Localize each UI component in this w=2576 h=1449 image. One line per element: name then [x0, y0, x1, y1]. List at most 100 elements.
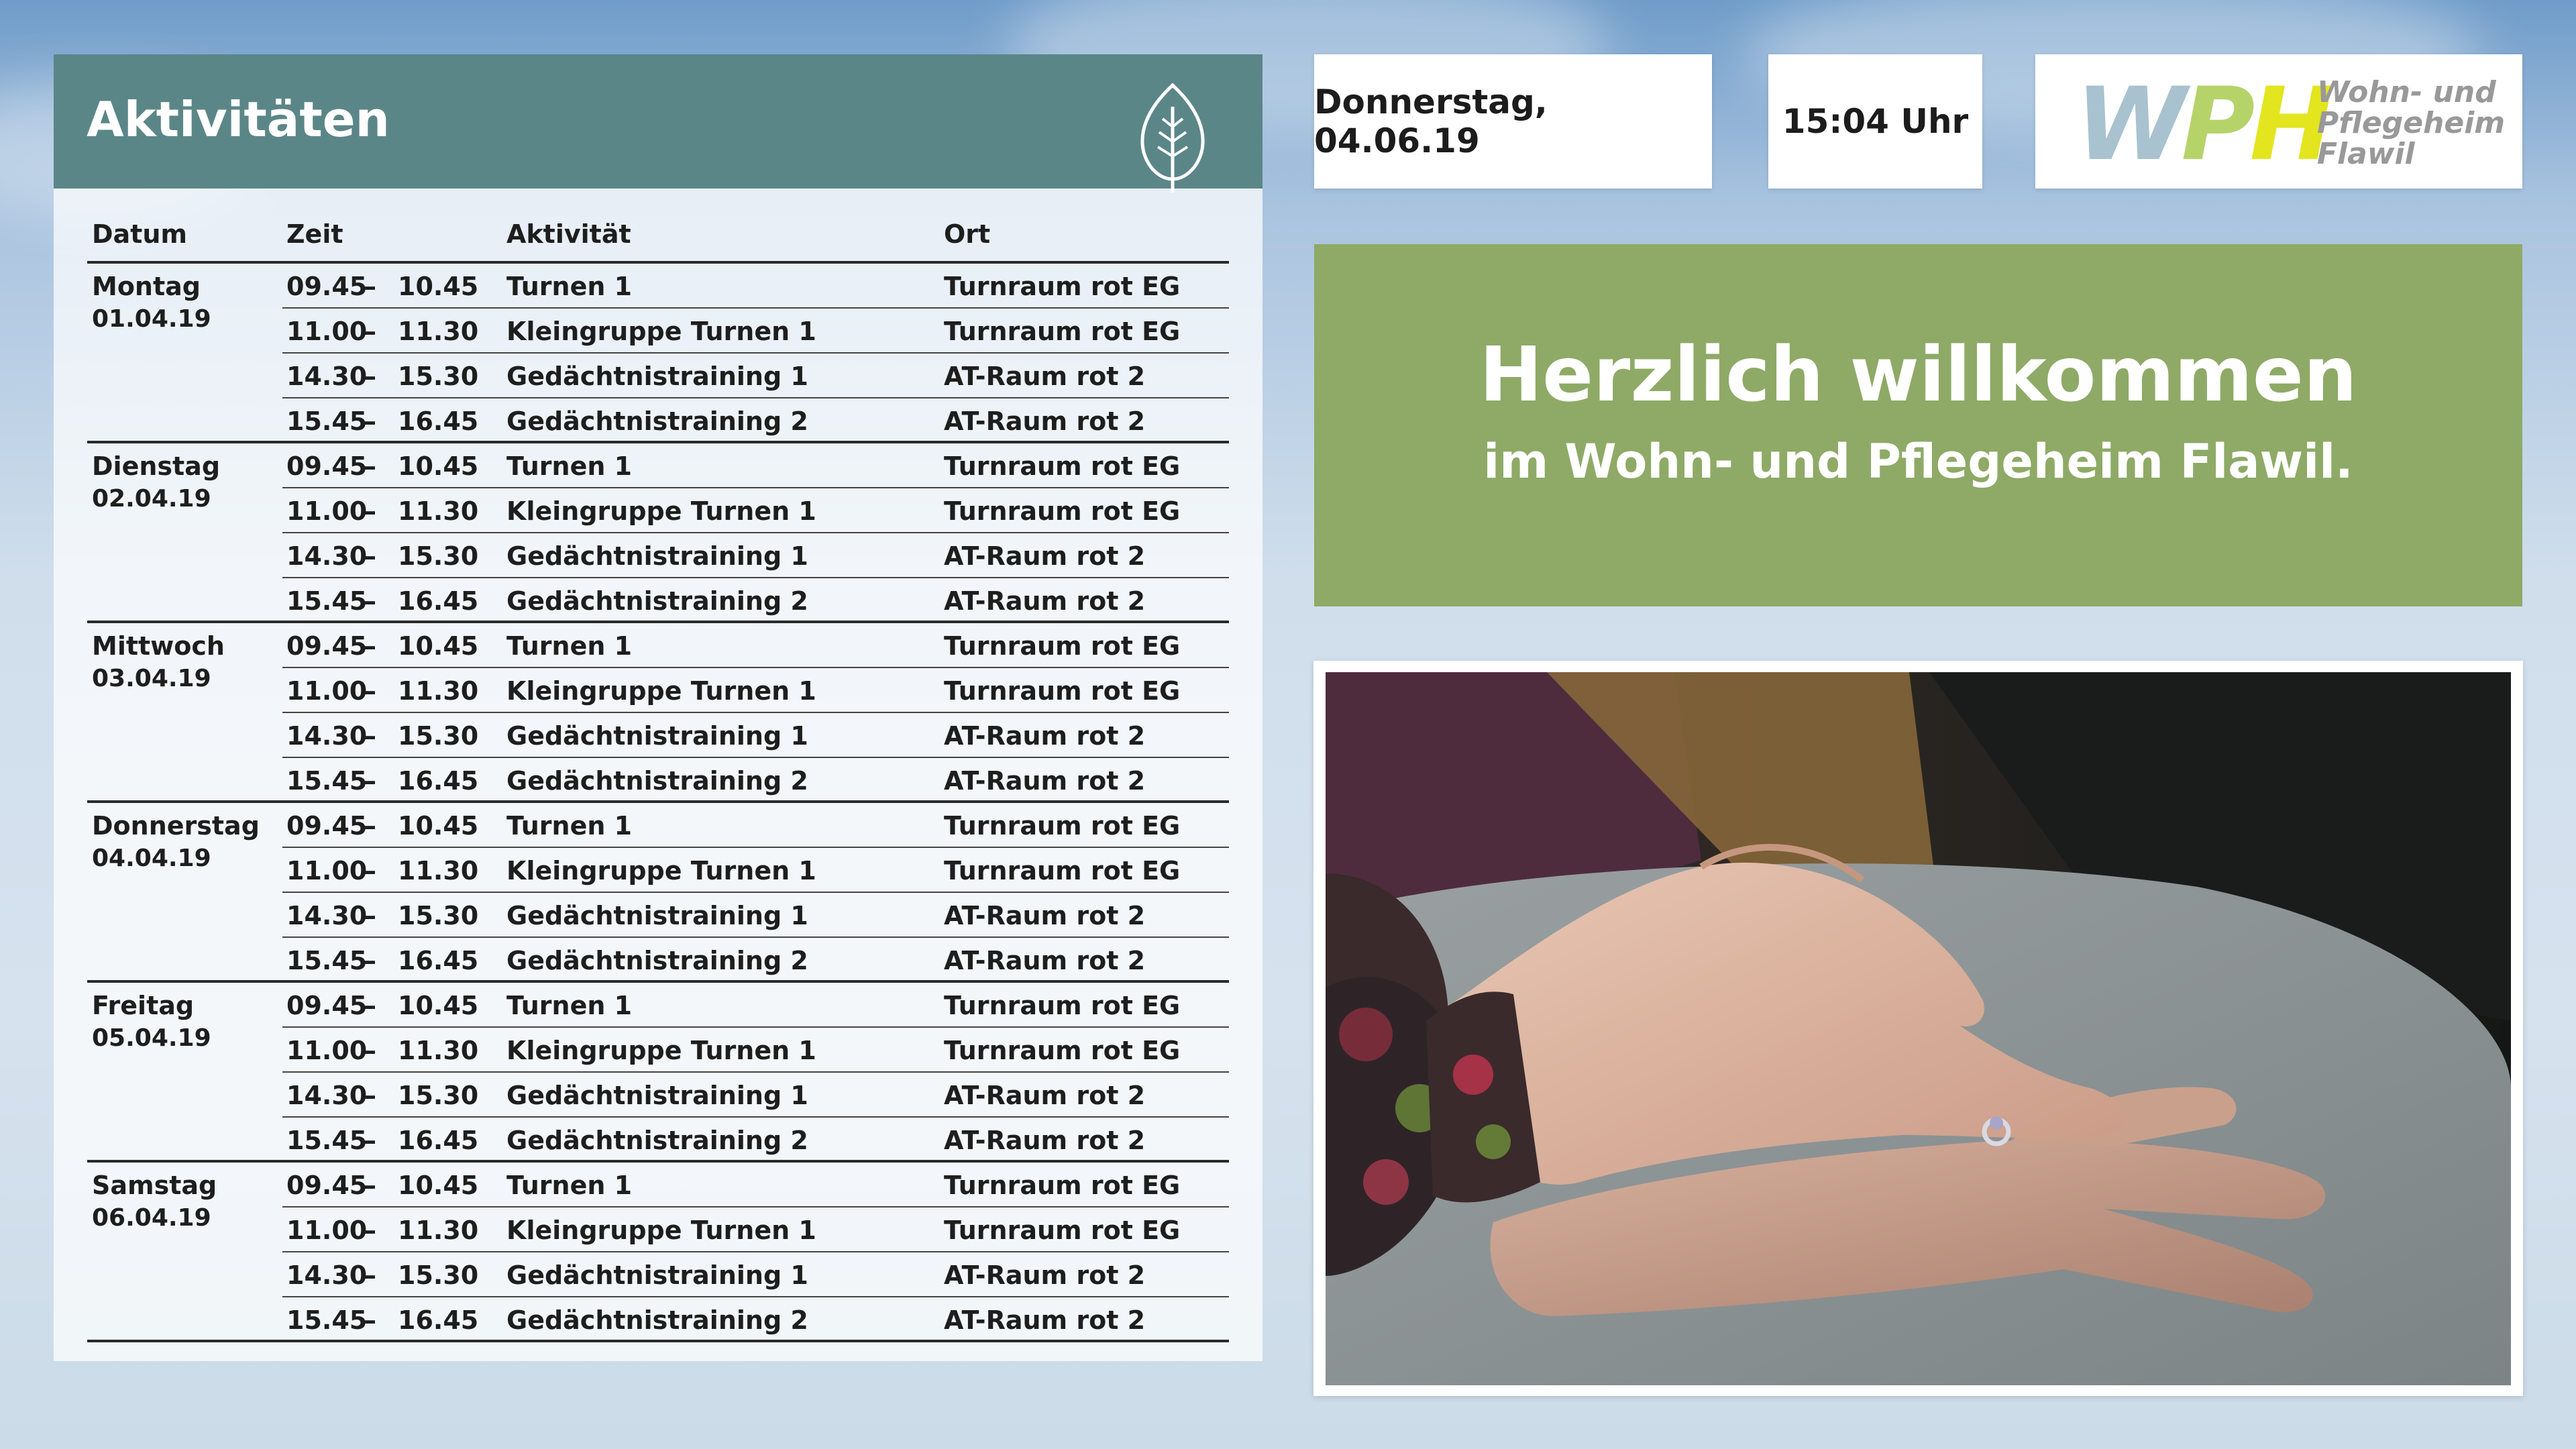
session-place: AT-Raum rot 2	[944, 901, 1146, 930]
session-place: AT-Raum rot 2	[944, 407, 1146, 436]
session-dash: –	[364, 676, 376, 706]
session-dash: –	[364, 991, 376, 1020]
session-place: Turnraum rot EG	[944, 631, 1181, 661]
column-header-activity: Aktivität	[506, 219, 631, 249]
table-row: 09.45–10.45 Turnen 1 Turnraum rot EG	[87, 443, 1229, 488]
table-row: 15.45–16.45 Gedächtnistraining 2 AT-Raum r…	[87, 758, 1229, 803]
session-end: 11.30	[398, 1036, 479, 1065]
session-place: Turnraum rot EG	[944, 676, 1181, 706]
column-header-time: Zeit	[286, 219, 343, 249]
session-dash: –	[364, 1305, 376, 1335]
table-row: 15.45–16.45 Gedächtnistraining 2 AT-Raum r…	[87, 1297, 1229, 1342]
session-place: AT-Raum rot 2	[944, 766, 1146, 796]
current-date: Donnerstag, 04.06.19	[1314, 83, 1548, 160]
session-place: Turnraum rot EG	[944, 811, 1181, 841]
session-end: 11.30	[398, 496, 479, 526]
session-activity: Gedächtnistraining 1	[506, 901, 808, 930]
photo-frame	[1313, 661, 2523, 1396]
session-start: 14.30	[286, 1260, 368, 1290]
session-activity: Kleingruppe Turnen 1	[506, 1036, 816, 1065]
session-activity: Gedächtnistraining 2	[506, 586, 808, 616]
session-end: 10.45	[398, 272, 479, 301]
logo-box: WPH Wohn- und Pflegeheim Flawil	[2035, 54, 2522, 189]
session-activity: Gedächtnistraining 2	[506, 407, 808, 436]
session-dash: –	[364, 1036, 376, 1065]
session-end: 16.45	[398, 1126, 479, 1155]
session-end: 15.30	[398, 721, 479, 751]
session-start: 11.00	[286, 676, 368, 706]
session-dash: –	[364, 946, 376, 975]
table-row: 14.30–15.30 Gedächtnistraining 1 AT-Raum r…	[87, 1073, 1229, 1118]
session-dash: –	[364, 1081, 376, 1110]
table-row: 09.45–10.45 Turnen 1 Turnraum rot EG	[87, 983, 1229, 1028]
session-dash: –	[364, 1216, 376, 1245]
session-start: 11.00	[286, 317, 368, 346]
time-box: 15:04 Uhr	[1768, 54, 1982, 189]
table-row: 14.30–15.30 Gedächtnistraining 1 AT-Raum r…	[87, 713, 1229, 758]
session-activity: Kleingruppe Turnen 1	[506, 317, 816, 346]
session-start: 11.00	[286, 496, 368, 526]
table-row: 11.00–11.30 Kleingruppe Turnen 1 Turnraum …	[87, 1028, 1229, 1073]
session-place: Turnraum rot EG	[944, 1216, 1181, 1245]
session-place: AT-Raum rot 2	[944, 1305, 1146, 1335]
session-place: AT-Raum rot 2	[944, 946, 1146, 975]
session-end: 15.30	[398, 1081, 479, 1110]
session-place: Turnraum rot EG	[944, 1171, 1181, 1200]
session-end: 16.45	[398, 766, 479, 796]
session-dash: –	[364, 766, 376, 796]
table-row: 15.45–16.45 Gedächtnistraining 2 AT-Raum r…	[87, 1118, 1229, 1163]
session-end: 11.30	[398, 317, 479, 346]
logo-text-line-3: Flawil	[2317, 137, 2415, 171]
session-end: 11.30	[398, 676, 479, 706]
session-end: 15.30	[398, 362, 479, 391]
session-place: Turnraum rot EG	[944, 317, 1181, 346]
session-end: 16.45	[398, 1305, 479, 1335]
table-row: 11.00–11.30 Kleingruppe Turnen 1 Turnraum …	[87, 668, 1229, 713]
session-start: 09.45	[286, 1171, 368, 1200]
session-start: 14.30	[286, 721, 368, 751]
session-place: Turnraum rot EG	[944, 1036, 1181, 1065]
session-dash: –	[364, 901, 376, 930]
table-row: 11.00–11.30 Kleingruppe Turnen 1 Turnraum …	[87, 1208, 1229, 1252]
welcome-subtitle: im Wohn- und Pflegeheim Flawil.	[1483, 434, 2353, 489]
session-place: AT-Raum rot 2	[944, 1260, 1146, 1290]
table-row: 11.00–11.30 Kleingruppe Turnen 1 Turnraum …	[87, 488, 1229, 533]
session-end: 10.45	[398, 991, 479, 1020]
session-activity: Gedächtnistraining 1	[506, 541, 808, 571]
session-dash: –	[364, 856, 376, 885]
table-row: 14.30–15.30 Gedächtnistraining 1 AT-Raum r…	[87, 893, 1229, 938]
session-start: 15.45	[286, 946, 368, 975]
table-row: 09.45–10.45 Turnen 1 Turnraum rot EG	[87, 803, 1229, 848]
session-start: 14.30	[286, 901, 368, 930]
session-place: Turnraum rot EG	[944, 856, 1181, 885]
session-dash: –	[364, 1260, 376, 1290]
date-box: Donnerstag, 04.06.19	[1314, 54, 1712, 189]
session-activity: Kleingruppe Turnen 1	[506, 1216, 816, 1245]
session-start: 09.45	[286, 991, 368, 1020]
session-activity: Turnen 1	[506, 451, 633, 481]
session-start: 09.45	[286, 631, 368, 661]
session-end: 11.30	[398, 856, 479, 885]
session-activity: Gedächtnistraining 1	[506, 721, 808, 751]
activities-title: Aktivitäten	[87, 91, 390, 148]
session-end: 15.30	[398, 901, 479, 930]
session-place: AT-Raum rot 2	[944, 1081, 1146, 1110]
column-header-place: Ort	[944, 219, 991, 249]
session-dash: –	[364, 631, 376, 661]
session-place: AT-Raum rot 2	[944, 586, 1146, 616]
session-place: Turnraum rot EG	[944, 991, 1181, 1020]
session-start: 11.00	[286, 856, 368, 885]
session-start: 15.45	[286, 407, 368, 436]
session-end: 11.30	[398, 1216, 479, 1245]
table-row: 09.45–10.45 Turnen 1 Turnraum rot EG	[87, 264, 1229, 309]
session-start: 15.45	[286, 1126, 368, 1155]
session-start: 14.30	[286, 362, 368, 391]
current-time: 15:04 Uhr	[1782, 102, 1969, 141]
session-activity: Gedächtnistraining 2	[506, 1305, 808, 1335]
session-dash: –	[364, 496, 376, 526]
session-dash: –	[364, 1171, 376, 1200]
session-activity: Turnen 1	[506, 811, 633, 841]
table-row: 11.00–11.30 Kleingruppe Turnen 1 Turnraum …	[87, 848, 1229, 893]
leaf-icon	[1140, 83, 1205, 193]
session-start: 09.45	[286, 811, 368, 841]
